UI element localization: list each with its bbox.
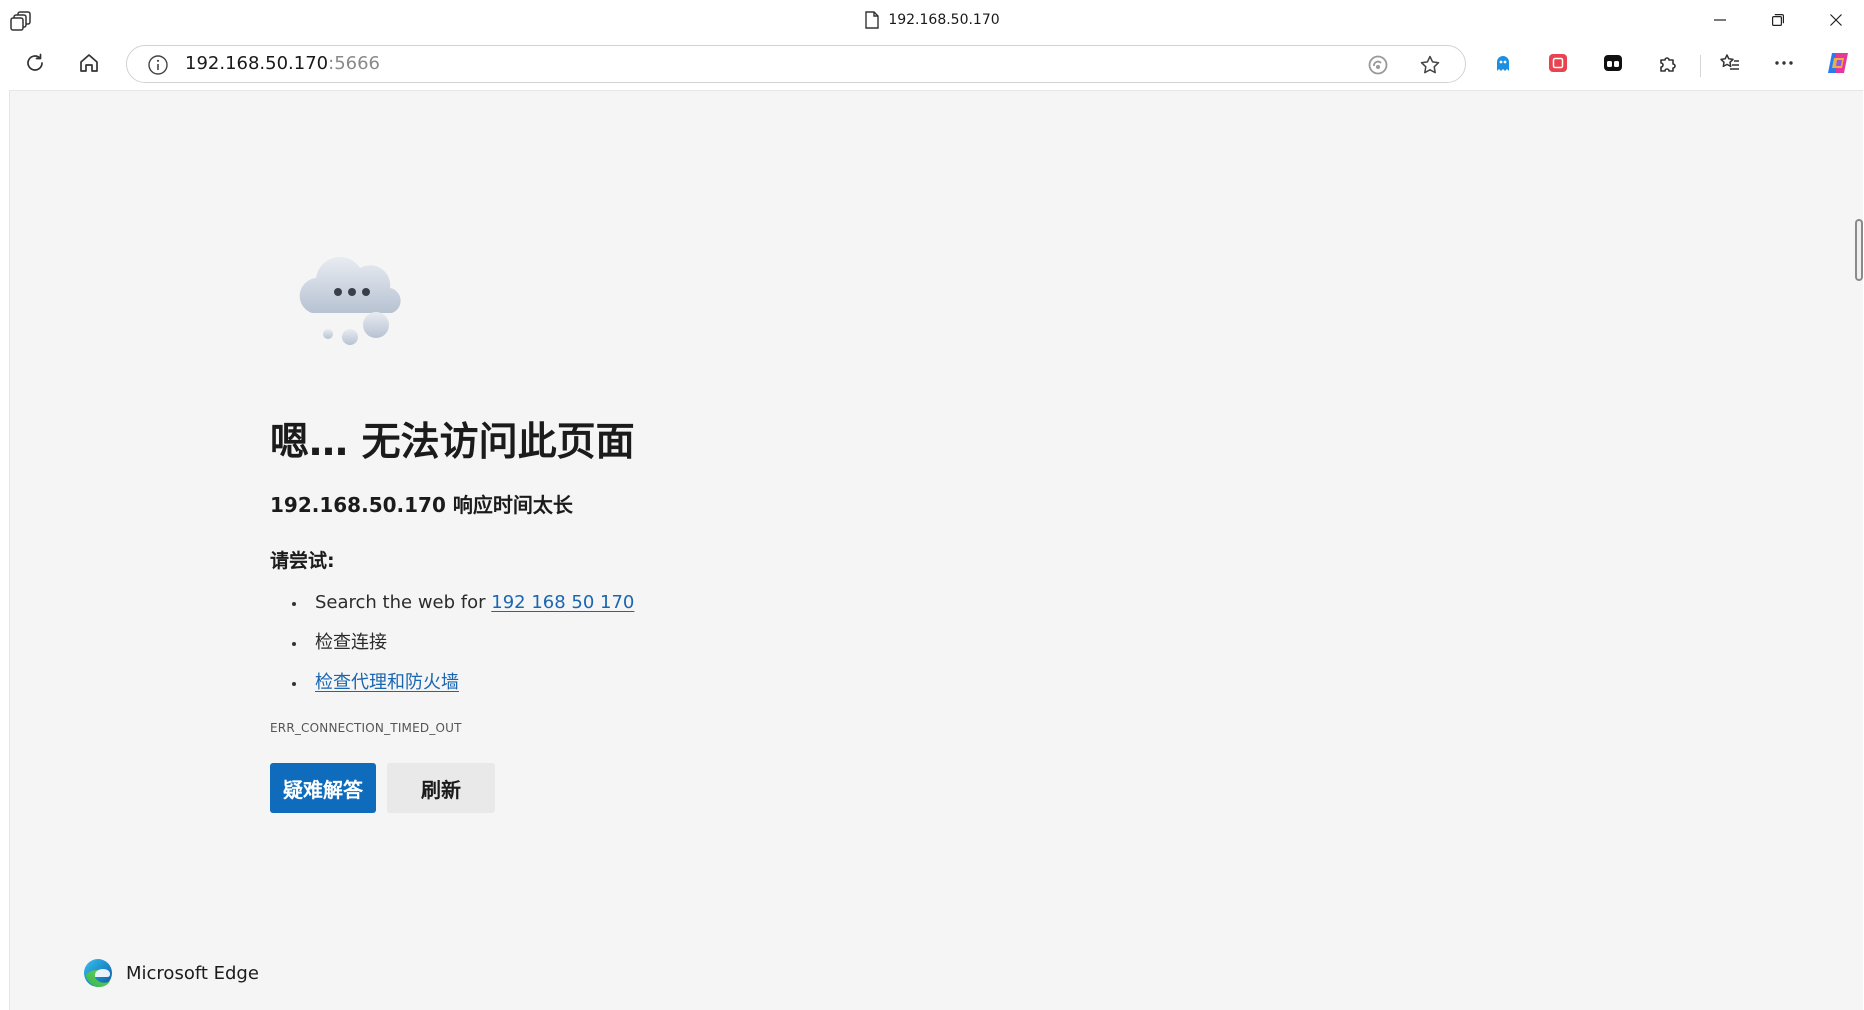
refresh-page-button[interactable]: 刷新: [387, 763, 495, 813]
address-bar[interactable]: 192.168.50.170:5666: [126, 45, 1466, 83]
info-icon[interactable]: [147, 54, 169, 76]
edge-logo-icon: [82, 957, 114, 989]
window-title-area: 192.168.50.170: [0, 0, 1864, 40]
troubleshoot-button[interactable]: 疑难解答: [270, 763, 376, 813]
copilot-icon: [1825, 50, 1851, 80]
extensions-puzzle-icon: [1657, 52, 1679, 78]
read-aloud-icon[interactable]: [1365, 52, 1391, 78]
favorites-icon: [1719, 52, 1741, 78]
list-item: 检查连接: [290, 623, 634, 663]
black-extension-icon: [1602, 52, 1624, 78]
favorite-star-icon[interactable]: [1417, 52, 1443, 78]
search-prefix-text: Search the web for: [315, 592, 492, 613]
workspaces-icon[interactable]: [10, 10, 34, 32]
extensions-button[interactable]: [1650, 48, 1686, 82]
check-proxy-link[interactable]: 检查代理和防火墙: [315, 672, 459, 693]
refresh-icon: [24, 52, 46, 78]
search-web-link[interactable]: 192 168 50 170: [491, 592, 634, 613]
document-icon: [864, 11, 880, 29]
scrollbar-thumb[interactable]: [1855, 219, 1863, 281]
more-button[interactable]: [1766, 48, 1802, 82]
restore-icon: [1772, 11, 1784, 30]
error-code: ERR_CONNECTION_TIMED_OUT: [270, 721, 462, 735]
close-window-button[interactable]: [1808, 0, 1864, 40]
title-bar: 192.168.50.170: [0, 0, 1864, 40]
list-item: Search the web for 192 168 50 170: [290, 583, 634, 623]
home-button[interactable]: [71, 48, 107, 82]
cloud-icon: [282, 245, 426, 355]
suggestion-list: Search the web for 192 168 50 170 检查连接 检…: [290, 583, 634, 703]
minimize-icon: [1714, 11, 1726, 30]
ghost-extension-icon: [1492, 52, 1514, 78]
red-extension-button[interactable]: [1540, 48, 1576, 82]
home-icon: [78, 52, 100, 78]
error-page: 嗯… 无法访问此页面 192.168.50.170 响应时间太长 请尝试: Se…: [9, 90, 1863, 1010]
url-port: :5666: [328, 53, 381, 74]
edge-brand-name: Microsoft Edge: [126, 962, 259, 984]
url-host: 192.168.50.170: [185, 53, 329, 74]
list-item: 检查代理和防火墙: [290, 663, 634, 703]
try-label: 请尝试:: [270, 550, 335, 572]
error-title: 嗯… 无法访问此页面: [270, 420, 635, 465]
edge-brand: Microsoft Edge: [82, 957, 259, 989]
url-text[interactable]: 192.168.50.170:5666: [185, 46, 380, 82]
toolbar-divider: [1700, 55, 1701, 77]
browser-toolbar: 192.168.50.170:5666: [0, 40, 1864, 90]
favorites-button[interactable]: [1712, 48, 1748, 82]
more-icon: [1773, 52, 1795, 78]
minimize-button[interactable]: [1692, 0, 1748, 40]
refresh-button[interactable]: [17, 48, 53, 82]
restore-button[interactable]: [1750, 0, 1806, 40]
error-subtitle: 192.168.50.170 响应时间太长: [270, 493, 573, 517]
ghost-extension-button[interactable]: [1485, 48, 1521, 82]
black-extension-button[interactable]: [1595, 48, 1631, 82]
red-extension-icon: [1547, 52, 1569, 78]
check-connection-text: 检查连接: [315, 632, 387, 653]
window-title: 192.168.50.170: [888, 12, 1000, 28]
close-icon: [1830, 11, 1842, 30]
copilot-button[interactable]: [1820, 48, 1856, 82]
